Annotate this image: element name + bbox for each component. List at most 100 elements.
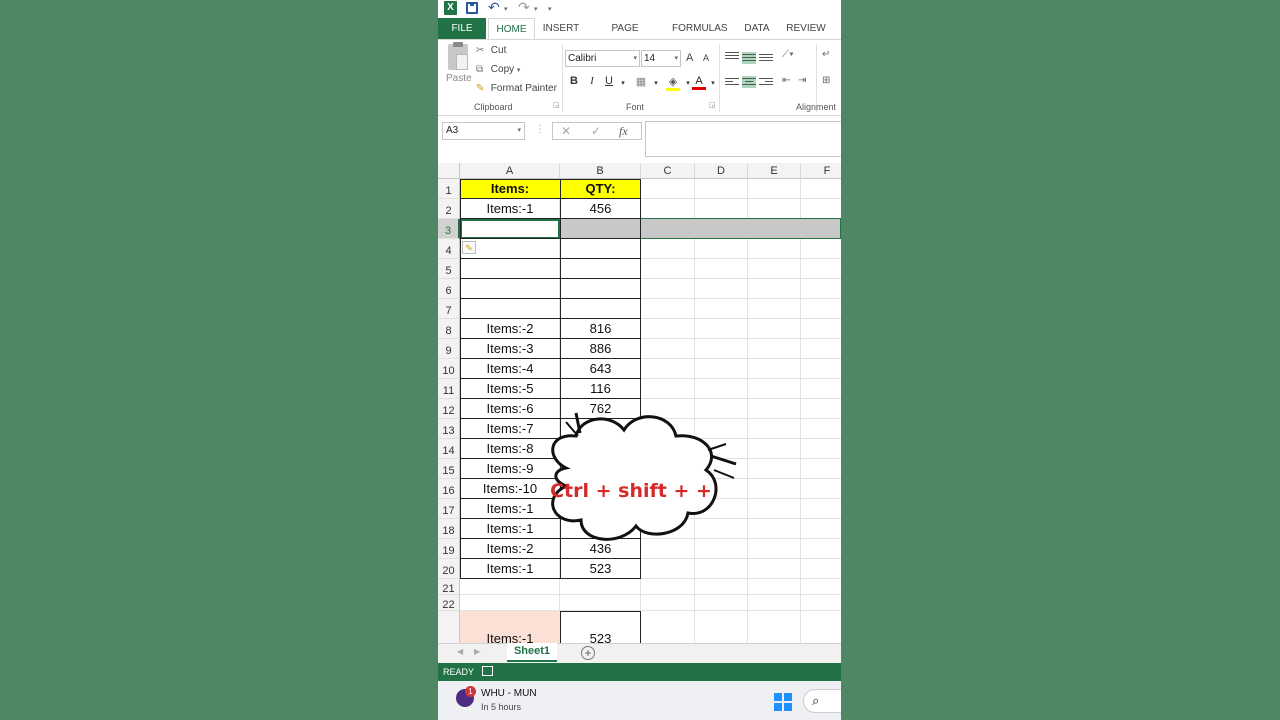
font-size-select[interactable]: 14 ▾ (641, 50, 681, 67)
align-center-icon[interactable] (742, 76, 756, 88)
sheet-next-icon[interactable]: ▶ (474, 647, 480, 656)
shrink-font-button[interactable]: A (703, 53, 709, 63)
cell-a6[interactable] (460, 279, 560, 299)
orientation-icon[interactable]: ⟋▾ (782, 49, 794, 60)
cell-b2[interactable]: 456 (560, 199, 641, 219)
column-header-a[interactable]: A (460, 163, 560, 179)
copy-dropdown-icon[interactable]: ▾ (517, 67, 521, 74)
row-header[interactable]: 2 (438, 199, 460, 219)
formula-input[interactable] (645, 121, 841, 157)
borders-icon[interactable]: ▦ (634, 75, 648, 88)
cell-b3[interactable] (560, 219, 641, 239)
row-header[interactable]: 10 (438, 359, 460, 379)
cell-a3[interactable] (460, 219, 560, 239)
tab-formulas[interactable]: FORMULAS (672, 18, 728, 39)
sheet-prev-icon[interactable]: ◀ (457, 647, 463, 656)
cell-b7[interactable] (560, 299, 641, 319)
insert-options-icon[interactable]: ✎ (462, 241, 476, 254)
tab-review[interactable]: REVIEW (786, 18, 826, 39)
cell-a8[interactable]: Items:-2 (460, 319, 560, 339)
row-header[interactable]: 14 (438, 439, 460, 459)
tab-insert[interactable]: INSERT (542, 18, 580, 39)
tab-home[interactable]: HOME (488, 18, 535, 39)
font-name-select[interactable]: Calibri ▾ (565, 50, 640, 67)
cell-a5[interactable] (460, 259, 560, 279)
align-right-icon[interactable] (759, 76, 773, 88)
font-launcher-icon[interactable]: ◲ (709, 101, 716, 109)
undo-dropdown-icon[interactable]: ▾ (504, 5, 508, 13)
column-header-e[interactable]: E (748, 163, 801, 179)
underline-button[interactable]: U (602, 75, 616, 87)
row-header[interactable]: 4 (438, 239, 460, 259)
cut-button[interactable]: ✂ Cut (476, 45, 506, 56)
row-header[interactable]: 3 (438, 219, 460, 239)
cancel-icon[interactable]: ✕ (561, 124, 571, 138)
clipboard-launcher-icon[interactable]: ◲ (553, 101, 560, 109)
worksheet-grid[interactable]: A B C D E F 1 Items: QTY: 2 Items:-1 456 3 4 5 6 7 8 Items… (438, 163, 841, 643)
merge-center-icon[interactable]: ⊞ (822, 75, 830, 86)
row-header[interactable]: 15 (438, 459, 460, 479)
cell-a21[interactable] (460, 579, 560, 595)
format-painter-button[interactable]: ✎ Format Painter (476, 83, 557, 94)
decrease-indent-icon[interactable]: ⇤ (782, 75, 790, 86)
tab-file[interactable]: FILE (438, 18, 486, 39)
increase-indent-icon[interactable]: ⇥ (798, 75, 806, 86)
tab-data[interactable]: DATA (742, 18, 772, 39)
cell-a22[interactable] (460, 595, 560, 611)
redo-dropdown-icon[interactable]: ▾ (534, 5, 538, 13)
cell-b22[interactable] (560, 595, 641, 611)
column-header-d[interactable]: D (695, 163, 748, 179)
row-header[interactable]: 21 (438, 579, 460, 595)
column-header-f[interactable]: F (801, 163, 841, 179)
customize-qat-icon[interactable]: ▾ (548, 5, 552, 13)
row-header[interactable]: 20 (438, 559, 460, 579)
cell-b21[interactable] (560, 579, 641, 595)
cell-b11[interactable]: 116 (560, 379, 641, 399)
font-color-icon[interactable]: A (692, 75, 706, 90)
row-header[interactable]: 17 (438, 499, 460, 519)
undo-icon[interactable]: ↶ (488, 0, 500, 16)
row-header[interactable]: 9 (438, 339, 460, 359)
row-header[interactable]: 5 (438, 259, 460, 279)
cell-a11[interactable]: Items:-5 (460, 379, 560, 399)
formula-bar-grip-icon[interactable]: ⋮ (535, 124, 545, 135)
cell-b5[interactable] (560, 259, 641, 279)
align-top-icon[interactable] (725, 50, 739, 62)
row-header[interactable]: 22 (438, 595, 460, 611)
borders-dropdown-icon[interactable]: ▾ (649, 79, 663, 87)
wrap-text-icon[interactable]: ↵ (822, 49, 830, 60)
name-box[interactable]: A3 ▾ (442, 122, 525, 140)
row-header[interactable]: 12 (438, 399, 460, 419)
cell-b4[interactable] (560, 239, 641, 259)
align-middle-icon[interactable] (742, 52, 756, 64)
cell-b6[interactable] (560, 279, 641, 299)
bold-button[interactable]: B (567, 75, 581, 87)
underline-dropdown-icon[interactable]: ▾ (616, 79, 630, 87)
cell-a20[interactable]: Items:-1 (460, 559, 560, 579)
cell-b9[interactable]: 886 (560, 339, 641, 359)
windows-start-icon[interactable] (774, 693, 792, 711)
row-header[interactable]: 1 (438, 179, 460, 199)
taskbar-search[interactable]: ⌕ (803, 689, 841, 713)
save-icon[interactable] (466, 2, 478, 14)
cell-a1[interactable]: Items: (460, 179, 560, 199)
column-header-b[interactable]: B (560, 163, 641, 179)
italic-button[interactable]: I (585, 75, 599, 87)
column-header-c[interactable]: C (641, 163, 695, 179)
row-header[interactable]: 16 (438, 479, 460, 499)
cell-a10[interactable]: Items:-4 (460, 359, 560, 379)
paste-button-label[interactable]: Paste (446, 73, 472, 84)
copy-button[interactable]: ⧉ Copy ▾ (476, 64, 520, 75)
enter-icon[interactable]: ✓ (591, 124, 601, 138)
macro-record-icon[interactable] (482, 666, 493, 676)
row-header[interactable] (438, 611, 460, 643)
cell-a7[interactable] (460, 299, 560, 319)
align-bottom-icon[interactable] (759, 52, 773, 64)
row-header[interactable]: 19 (438, 539, 460, 559)
row-header[interactable]: 13 (438, 419, 460, 439)
paste-icon[interactable] (448, 42, 468, 70)
cell-b10[interactable]: 643 (560, 359, 641, 379)
align-left-icon[interactable] (725, 76, 739, 88)
sheet-tab-sheet1[interactable]: Sheet1 (507, 643, 557, 662)
cell-b20[interactable]: 523 (560, 559, 641, 579)
